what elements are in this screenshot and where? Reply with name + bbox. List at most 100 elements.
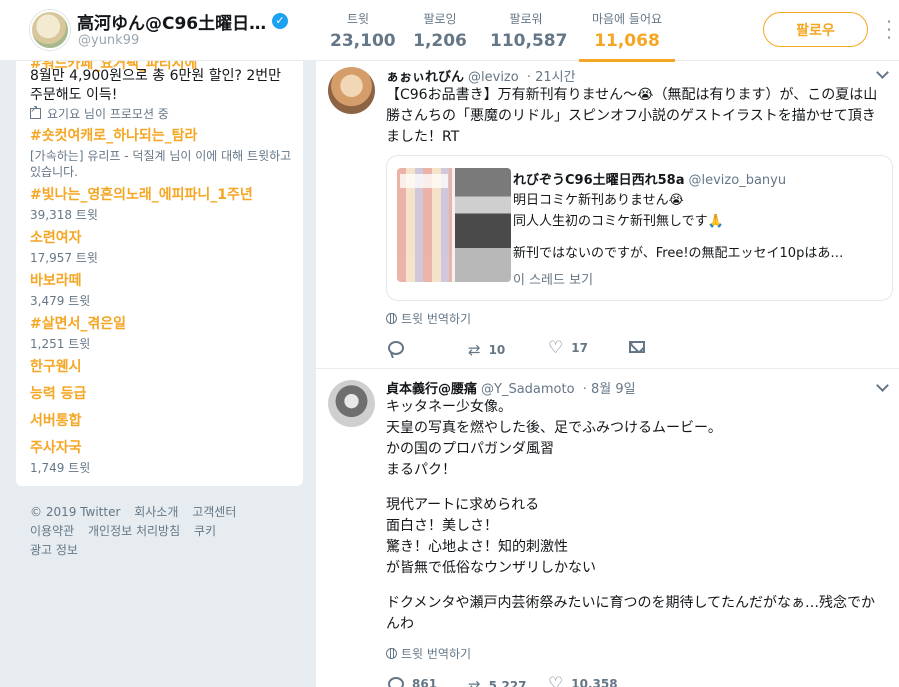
quoted-image-right xyxy=(455,168,511,282)
trend-name[interactable]: 서버통합 xyxy=(30,412,300,430)
tweet-timestamp[interactable]: · 8월 9일 xyxy=(583,382,636,397)
reply-button[interactable]: 861 xyxy=(388,677,437,687)
globe-icon xyxy=(386,648,397,659)
more-options-icon[interactable]: · · · xyxy=(884,14,894,46)
stat-value: 23,100 xyxy=(330,31,396,51)
reply-button[interactable] xyxy=(388,341,412,355)
trend-count: 39,318 트윗 xyxy=(30,208,98,222)
tweet-text-line: かの国のプロパガンダ風習 xyxy=(386,441,554,457)
direct-message-button[interactable] xyxy=(629,341,645,353)
tweet-avatar[interactable] xyxy=(328,67,375,114)
tweet[interactable]: ぁぉぃれびん @levizo · 21시간 【C96お品書き】万有新刊有りません〜… xyxy=(316,61,899,369)
quoted-tweet[interactable]: れびぞうC96土曜日西れ58a @levizo_banyu 明日コミケ新刊ありませ… xyxy=(386,155,893,301)
tweet[interactable]: 貞本義行@腰痛 @Y_Sadamoto · 8월 9일 キッタネー少女像。 天皇の… xyxy=(316,369,899,687)
profile-handle[interactable]: @yunk99 xyxy=(78,33,139,48)
stat-value: 11,068 xyxy=(594,31,660,51)
trend-name[interactable]: #빛나는_영혼의노래_에피파니_1주년 xyxy=(30,186,300,204)
stat-value: 110,587 xyxy=(490,31,568,51)
quoted-text-line: 明日コミケ新刊ありません😭 xyxy=(513,193,684,208)
footer-copyright: © 2019 Twitter xyxy=(30,505,121,519)
footer-link-cookies[interactable]: 쿠키 xyxy=(194,524,216,538)
follow-button[interactable]: 팔로우 xyxy=(763,12,868,47)
reply-icon xyxy=(388,677,404,687)
tweet-author-name[interactable]: 貞本義行@腰痛 xyxy=(386,382,477,397)
like-button[interactable]: ♡ 17 xyxy=(548,340,588,357)
quoted-text-gap xyxy=(513,232,873,243)
trend-count: 17,957 트윗 xyxy=(30,251,98,265)
trend-description: [가속하는] 유리프 - 덕질계 님이 이에 대해 트윗하고 있습니다. xyxy=(30,149,292,179)
retweet-button[interactable]: ⇄ 5,227 xyxy=(468,677,527,687)
quoted-tweet-image[interactable] xyxy=(397,168,511,282)
quoted-author-name: れびぞうC96土曜日西れ58a xyxy=(513,173,685,188)
reply-count: 861 xyxy=(412,677,438,687)
trend-name[interactable]: 능력 등급 xyxy=(30,385,300,403)
translate-tweet-link[interactable]: 트윗 번역하기 xyxy=(386,310,471,327)
trend-name[interactable]: 주사자국 xyxy=(30,439,300,457)
trend-item[interactable]: 주사자국 1,749 트윗 xyxy=(30,439,300,476)
trend-item[interactable]: #빛나는_영혼의노래_에피파니_1주년 39,318 트윗 xyxy=(30,186,300,223)
trend-name[interactable]: 소련여자 xyxy=(30,229,300,247)
tweet-actions: ⇄ 10 ♡ 17 xyxy=(386,340,686,361)
tweet-author-name[interactable]: ぁぉぃれびん xyxy=(386,70,464,85)
quoted-text-line: 同人人生初のコミケ新刊無しです🙏 xyxy=(513,214,724,229)
trend-name[interactable]: 바보라떼 xyxy=(30,272,300,290)
stat-likes[interactable]: 마음에 들어요 11,068 xyxy=(579,10,675,62)
stat-followers[interactable]: 팔로워 110,587 xyxy=(490,10,568,51)
footer-link-privacy[interactable]: 개인정보 처리방침 xyxy=(88,524,180,538)
retweet-button[interactable]: ⇄ 10 xyxy=(468,341,505,359)
retweet-icon: ⇄ xyxy=(468,677,481,687)
tweet-author-handle[interactable]: @levizo xyxy=(468,70,519,85)
trend-count: 3,479 트윗 xyxy=(30,294,91,308)
chevron-down-icon[interactable] xyxy=(876,68,890,82)
translate-label[interactable]: 트윗 번역하기 xyxy=(401,310,471,327)
trends-panel: #워드카페_요거팩_파티시에 8월만 4,900원으로 총 6만원 할인? 2번… xyxy=(16,61,303,486)
profile-name[interactable]: 高河ゆん@C96土曜日… xyxy=(77,9,266,34)
profile-avatar[interactable] xyxy=(30,10,70,50)
verified-badge-icon: ✓ xyxy=(272,13,288,29)
tweet-actions: 861 ⇄ 5,227 ♡ 10,358 xyxy=(386,676,686,687)
like-button[interactable]: ♡ 10,358 xyxy=(548,676,618,687)
trend-count: 1,251 트윗 xyxy=(30,337,91,351)
retweet-icon: ⇄ xyxy=(468,341,481,359)
stat-tweets[interactable]: 트윗 23,100 xyxy=(330,10,396,51)
trend-item[interactable]: 소련여자 17,957 트윗 xyxy=(30,229,300,266)
tweet-header: ぁぉぃれびん @levizo · 21시간 xyxy=(386,66,576,85)
reply-icon xyxy=(388,341,404,355)
trend-item[interactable]: 서버통합 xyxy=(30,412,300,430)
trend-count: 1,749 트윗 xyxy=(30,461,91,475)
tweet-text-line: キッタネー少女像。 xyxy=(386,399,512,415)
tweet-timestamp[interactable]: · 21시간 xyxy=(527,70,576,85)
retweet-count: 5,227 xyxy=(488,679,527,687)
trend-item[interactable]: 한구웬시 xyxy=(30,358,300,376)
footer-link-terms[interactable]: 이용약관 xyxy=(30,524,74,538)
tweet-text-line: ドクメンタや瀬戸内芸術祭みたいに育つのを期待してたんだがなぁ…残念でかんわ xyxy=(386,595,876,632)
tweet-header: 貞本義行@腰痛 @Y_Sadamoto · 8월 9일 xyxy=(386,378,636,397)
trend-item[interactable]: 능력 등급 xyxy=(30,385,300,403)
tweet-text: キッタネー少女像。 天皇の写真を燃やした後、足でふみつけるムービー。 かの国のプ… xyxy=(386,397,886,635)
translate-label[interactable]: 트윗 번역하기 xyxy=(401,645,471,662)
show-thread-link[interactable]: 이 스레드 보기 xyxy=(513,269,593,288)
tweet-author-handle[interactable]: @Y_Sadamoto xyxy=(481,382,575,397)
translate-tweet-link[interactable]: 트윗 번역하기 xyxy=(386,645,471,662)
tweet-text-gap xyxy=(386,579,886,593)
tweet-text-line: 驚き！心地よさ！知的刺激性 xyxy=(386,539,568,555)
trend-name[interactable]: 한구웬시 xyxy=(30,358,300,376)
tweet-text-line: が皆無で低俗なウンザリしかない xyxy=(386,560,596,576)
footer-link-help[interactable]: 고객센터 xyxy=(192,505,236,519)
trend-name[interactable]: #숏컷여캐로_하나되는_탐라 xyxy=(30,127,300,145)
trend-item[interactable]: 바보라떼 3,479 트윗 xyxy=(30,272,300,309)
chevron-down-icon[interactable] xyxy=(876,381,890,395)
stat-value: 1,206 xyxy=(413,31,467,51)
promoted-icon xyxy=(30,104,41,119)
trend-name[interactable]: #살면서_겪은일 xyxy=(30,315,300,333)
promoted-label: 요기요 님이 프로모션 중 xyxy=(30,104,169,122)
like-count: 10,358 xyxy=(571,677,618,687)
envelope-icon xyxy=(629,341,645,353)
tweet-avatar[interactable] xyxy=(328,380,375,427)
trend-item[interactable]: #숏컷여캐로_하나되는_탐라 [가속하는] 유리프 - 덕질계 님이 이에 대해… xyxy=(30,127,300,180)
trend-item[interactable]: #살면서_겪은일 1,251 트윗 xyxy=(30,315,300,352)
tweet-text-line: 天皇の写真を燃やした後、足でふみつけるムービー。 xyxy=(386,420,722,436)
stat-following[interactable]: 팔로잉 1,206 xyxy=(412,10,468,51)
footer-link-ads-info[interactable]: 광고 정보 xyxy=(30,543,78,557)
footer-link-about[interactable]: 회사소개 xyxy=(134,505,178,519)
